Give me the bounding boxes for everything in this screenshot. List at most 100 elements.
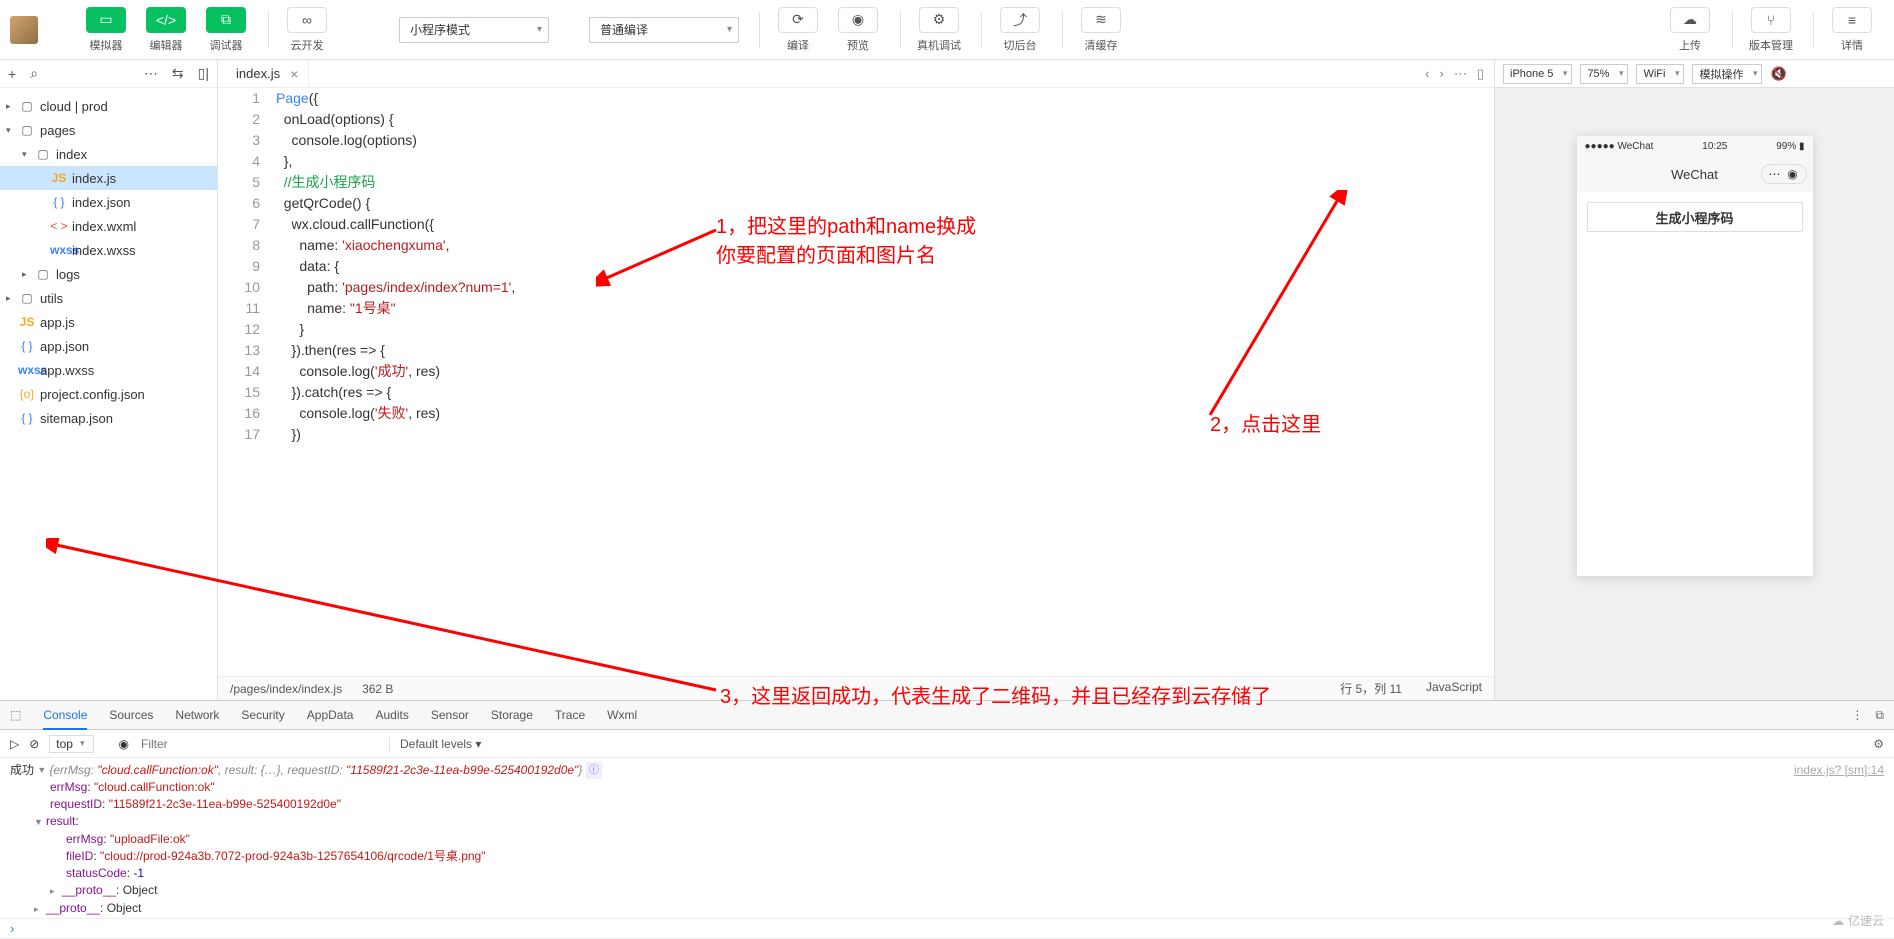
file-app-js[interactable]: JSapp.js <box>0 310 217 334</box>
capsule-menu-icon[interactable]: ⋯ <box>1768 167 1782 181</box>
debugger-button[interactable]: ⧉调试器 <box>198 7 254 53</box>
refresh-icon: ⟳ <box>778 7 818 33</box>
close-icon[interactable]: × <box>290 66 298 82</box>
editor-status-bar: /pages/index/index.js 362 B 行 5，列 11 Jav… <box>218 676 1494 700</box>
prev-icon[interactable]: ‹ <box>1425 66 1429 82</box>
tab-label: index.js <box>236 66 280 81</box>
split-icon[interactable]: ▯| <box>198 65 209 82</box>
device-nav-bar: WeChat ⋯ ◉ <box>1577 156 1813 192</box>
file-index-wxss[interactable]: wxssindex.wxss <box>0 238 217 262</box>
tab-index-js[interactable]: index.js × <box>226 60 309 88</box>
mute-icon[interactable]: 🔇 <box>1770 66 1786 82</box>
gear-icon[interactable]: ⚙ <box>1873 737 1884 751</box>
exit-icon: ⤴ <box>1000 7 1040 33</box>
file-index-wxml[interactable]: < >index.wxml <box>0 214 217 238</box>
battery-label: 99% ▮ <box>1776 141 1804 152</box>
file-explorer: + ⌕ ⋯ ⇆ ▯| ▸▢cloud | prod▾▢pages▾▢indexJ… <box>0 60 218 700</box>
menu-icon: ≡ <box>1832 7 1872 33</box>
status-cursor: 行 5，列 11 <box>1340 680 1402 697</box>
file-index-json[interactable]: { }index.json <box>0 190 217 214</box>
avatar[interactable] <box>10 16 38 44</box>
editor-tabs: index.js × ‹ › ⋯ ▯ <box>218 60 1494 88</box>
file-index[interactable]: ▾▢index <box>0 142 217 166</box>
file-app-json[interactable]: { }app.json <box>0 334 217 358</box>
add-icon[interactable]: + <box>8 66 16 82</box>
levels-dropdown[interactable]: Default levels ▾ <box>389 737 481 751</box>
more-icon[interactable]: ⋯ <box>144 65 158 82</box>
simulator-toolbar: iPhone 5 75% WiFi 模拟操作 🔇 <box>1495 60 1894 88</box>
next-icon[interactable]: › <box>1440 66 1444 82</box>
search-icon[interactable]: ⌕ <box>30 65 38 82</box>
tab-network[interactable]: Network <box>175 708 219 722</box>
zoom-dropdown[interactable]: 75% <box>1580 64 1628 84</box>
filter-input[interactable] <box>139 735 379 753</box>
eye-icon[interactable]: ◉ <box>119 737 129 751</box>
compile-button[interactable]: ⟳编译 <box>770 7 826 53</box>
branch-icon: ⑂ <box>1751 7 1791 33</box>
inspect-icon[interactable]: ⬚ <box>10 708 21 722</box>
file-project-config-json[interactable]: {o}project.config.json <box>0 382 217 406</box>
collapse-icon[interactable]: ⇆ <box>172 65 184 82</box>
cloud-up-icon: ☁ <box>1670 7 1710 33</box>
cloud-button[interactable]: ∞云开发 <box>279 7 335 53</box>
simulator-button[interactable]: ▭模拟器 <box>78 7 134 53</box>
source-link[interactable]: index.js? [sm]:14 <box>1794 762 1884 779</box>
more-icon[interactable]: ⋯ <box>1454 66 1467 82</box>
capsule-close-icon[interactable]: ◉ <box>1786 167 1800 181</box>
operation-dropdown[interactable]: 模拟操作 <box>1692 64 1762 84</box>
preview-button[interactable]: ◉预览 <box>830 7 886 53</box>
background-button[interactable]: ⤴切后台 <box>992 7 1048 53</box>
stack-icon: ≋ <box>1081 7 1121 33</box>
device-status-bar: ●●●●● WeChat 10:25 99% ▮ <box>1577 136 1813 156</box>
status-lang: JavaScript <box>1426 680 1482 697</box>
detail-button[interactable]: ≡详情 <box>1824 7 1880 53</box>
bug-icon: ⧉ <box>206 7 246 33</box>
scope-dropdown[interactable]: top <box>49 735 94 753</box>
status-path: /pages/index/index.js <box>230 682 342 696</box>
play-icon[interactable]: ▷ <box>10 737 19 751</box>
upload-button[interactable]: ☁上传 <box>1662 7 1718 53</box>
file-logs[interactable]: ▸▢logs <box>0 262 217 286</box>
carrier-label: ●●●●● WeChat <box>1585 141 1654 152</box>
eye-icon: ◉ <box>838 7 878 33</box>
mode-dropdown[interactable]: 小程序模式 <box>399 17 549 43</box>
file-cloud---prod[interactable]: ▸▢cloud | prod <box>0 94 217 118</box>
watermark: ☁ 亿速云 <box>1832 912 1884 929</box>
device-body: 生成小程序码 <box>1577 192 1813 576</box>
code-editor: index.js × ‹ › ⋯ ▯ 123456789101112131415… <box>218 60 1494 700</box>
console-output[interactable]: 成功 ▼ {errMsg: "cloud.callFunction:ok", r… <box>0 758 1894 918</box>
phone-icon: ▭ <box>86 7 126 33</box>
network-dropdown[interactable]: WiFi <box>1636 64 1684 84</box>
device-dropdown[interactable]: iPhone 5 <box>1503 64 1572 84</box>
file-sitemap-json[interactable]: { }sitemap.json <box>0 406 217 430</box>
file-pages[interactable]: ▾▢pages <box>0 118 217 142</box>
nav-title: WeChat <box>1671 167 1718 182</box>
tab-sources[interactable]: Sources <box>109 708 153 722</box>
clear-icon[interactable]: ⊘ <box>29 737 39 751</box>
tab-trace[interactable]: Trace <box>555 708 585 722</box>
tab-audits[interactable]: Audits <box>375 708 408 722</box>
tab-wxml[interactable]: Wxml <box>607 708 637 722</box>
file-app-wxss[interactable]: wxssapp.wxss <box>0 358 217 382</box>
tab-appdata[interactable]: AppData <box>307 708 354 722</box>
tab-security[interactable]: Security <box>241 708 284 722</box>
tab-console[interactable]: Console <box>43 708 87 730</box>
compile-dropdown[interactable]: 普通编译 <box>589 17 739 43</box>
dock-icon[interactable]: ⧉ <box>1875 708 1884 723</box>
console-prompt[interactable]: › <box>0 918 1894 938</box>
tab-sensor[interactable]: Sensor <box>431 708 469 722</box>
file-index-js[interactable]: JSindex.js <box>0 166 217 190</box>
simulator-panel: iPhone 5 75% WiFi 模拟操作 🔇 ●●●●● WeChat 10… <box>1494 60 1894 700</box>
editor-button[interactable]: </>编辑器 <box>138 7 194 53</box>
file-utils[interactable]: ▸▢utils <box>0 286 217 310</box>
bug-icon: ⚙ <box>919 7 959 33</box>
version-button[interactable]: ⑂版本管理 <box>1743 7 1799 53</box>
tab-storage[interactable]: Storage <box>491 708 533 722</box>
top-toolbar: ▭模拟器 </>编辑器 ⧉调试器 ∞云开发 小程序模式 普通编译 ⟳编译 ◉预览… <box>0 0 1894 60</box>
clear-cache-button[interactable]: ≋清缓存 <box>1073 7 1129 53</box>
remote-debug-button[interactable]: ⚙真机调试 <box>911 7 967 53</box>
code-area[interactable]: 1234567891011121314151617 Page({ onLoad(… <box>218 88 1494 676</box>
generate-qr-button[interactable]: 生成小程序码 <box>1587 202 1803 232</box>
more-icon[interactable]: ⋮ <box>1851 708 1863 723</box>
layout-icon[interactable]: ▯ <box>1477 66 1484 82</box>
